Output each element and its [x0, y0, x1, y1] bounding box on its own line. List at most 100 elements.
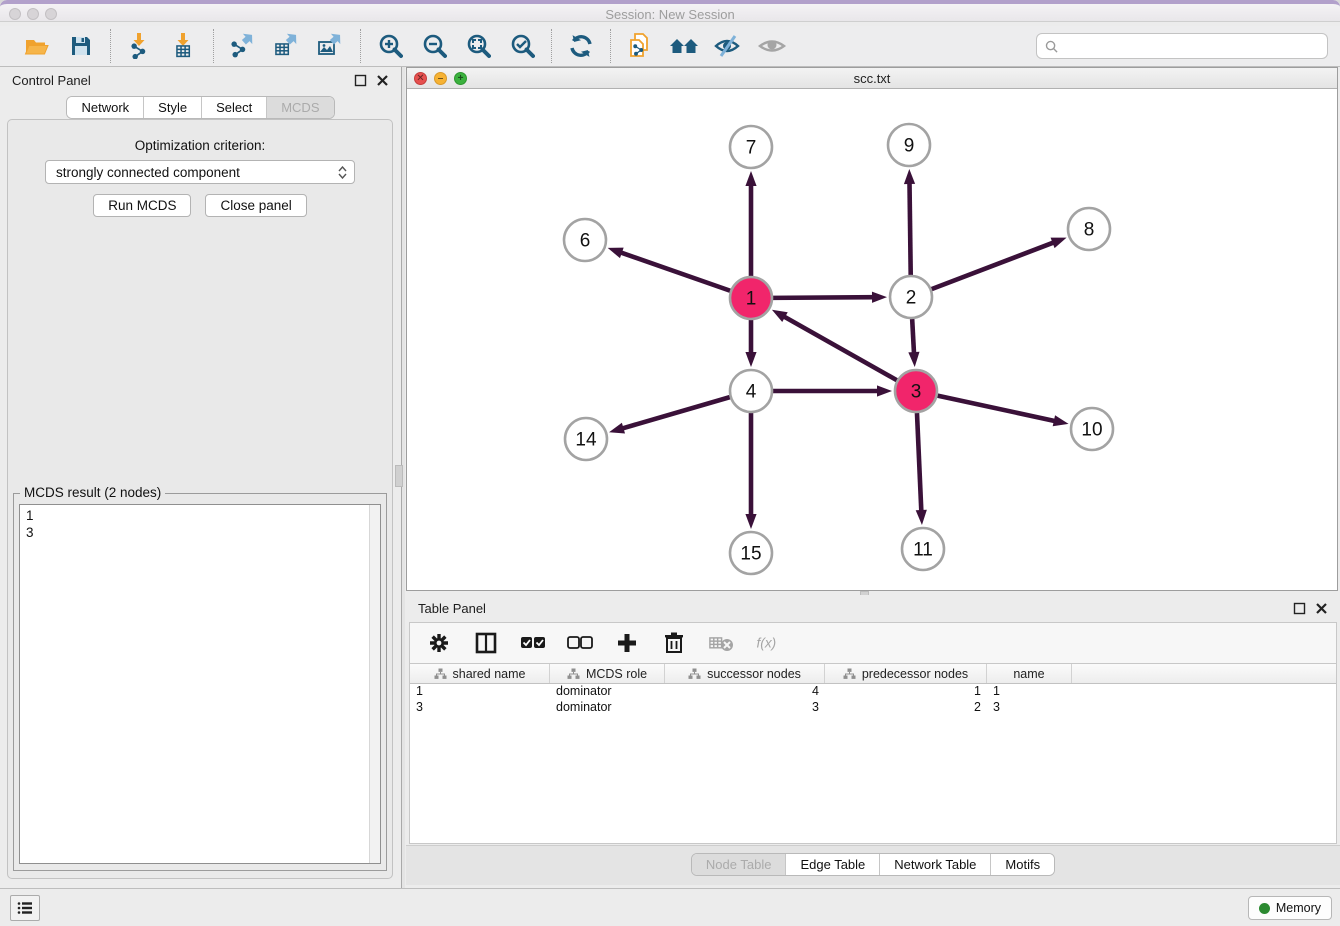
- edge-2-9[interactable]: [909, 182, 910, 275]
- edge-arrowhead: [608, 248, 624, 259]
- save-session-button[interactable]: [66, 31, 96, 61]
- mcds-result-text[interactable]: 13: [19, 504, 381, 864]
- tree-icon: [567, 668, 580, 680]
- table-cell[interactable]: dominator: [550, 700, 665, 716]
- task-history-button[interactable]: [10, 895, 40, 921]
- table-settings-button[interactable]: [426, 630, 452, 656]
- table-cell[interactable]: 1: [825, 684, 987, 700]
- tree-icon: [843, 668, 856, 680]
- toolbar-group: [552, 31, 610, 61]
- export-table-button[interactable]: [272, 31, 302, 61]
- hide-selected-icon: [714, 34, 742, 58]
- table-cell[interactable]: dominator: [550, 684, 665, 700]
- deselect-all-rows-button[interactable]: [567, 630, 593, 656]
- column-header-shared-name[interactable]: shared name: [410, 664, 550, 683]
- table-cell[interactable]: 1: [410, 684, 550, 700]
- node-label-10: 10: [1081, 420, 1102, 441]
- search-box[interactable]: [1036, 33, 1328, 59]
- edge-2-3[interactable]: [912, 319, 914, 354]
- column-header-successor-nodes[interactable]: successor nodes: [665, 664, 825, 683]
- edge-4-14[interactable]: [622, 397, 730, 429]
- list-icon: [17, 901, 33, 915]
- apply-layout-button[interactable]: [566, 31, 596, 61]
- node-label-2: 2: [906, 288, 917, 309]
- window-title: Session: New Session: [0, 7, 1340, 22]
- zoom-fit-button[interactable]: [463, 31, 493, 61]
- tab-node-table[interactable]: Node Table: [692, 854, 786, 875]
- table-cell[interactable]: 1: [987, 684, 1072, 700]
- tree-icon: [434, 668, 447, 680]
- hide-selected-button[interactable]: [713, 31, 743, 61]
- vertical-splitter[interactable]: [401, 67, 405, 888]
- mcds-result-group: MCDS result (2 nodes) 13: [13, 493, 387, 871]
- run-mcds-button[interactable]: Run MCDS: [93, 194, 191, 217]
- zoom-selected-icon: [509, 33, 535, 59]
- edge-arrowhead: [609, 423, 625, 434]
- table-cell[interactable]: 2: [825, 700, 987, 716]
- select-all-rows-button[interactable]: [520, 630, 546, 656]
- export-image-button[interactable]: [316, 31, 346, 61]
- float-table-panel-icon[interactable]: [1293, 602, 1306, 615]
- control-panel-title: Control Panel: [12, 73, 91, 88]
- memory-button[interactable]: Memory: [1248, 896, 1332, 920]
- splitter-grip[interactable]: [395, 465, 403, 487]
- network-canvas[interactable]: 7968124314101511: [407, 89, 1337, 590]
- close-table-panel-icon[interactable]: [1315, 602, 1328, 615]
- first-neighbors-button[interactable]: [669, 31, 699, 61]
- tab-mcds[interactable]: MCDS: [266, 97, 333, 118]
- close-panel-icon[interactable]: [376, 74, 389, 87]
- result-scrollbar[interactable]: [369, 505, 380, 863]
- float-panel-icon[interactable]: [354, 74, 367, 87]
- table-row[interactable]: 1dominator411: [410, 684, 1336, 700]
- column-header-name[interactable]: name: [987, 664, 1072, 683]
- import-network-button[interactable]: [125, 31, 155, 61]
- tab-motifs[interactable]: Motifs: [990, 854, 1054, 875]
- select-all-rows-icon: [520, 635, 546, 651]
- dropdown-stepper-icon: [338, 166, 347, 179]
- table-cell[interactable]: 4: [665, 684, 825, 700]
- export-network-button[interactable]: [228, 31, 258, 61]
- node-table[interactable]: shared nameMCDS rolesuccessor nodesprede…: [409, 664, 1337, 844]
- table-cell[interactable]: 3: [665, 700, 825, 716]
- edge-arrowhead: [916, 510, 927, 525]
- column-header-predecessor-nodes[interactable]: predecessor nodes: [825, 664, 987, 683]
- criterion-dropdown[interactable]: strongly connected component: [45, 160, 355, 184]
- edge-3-11[interactable]: [917, 413, 921, 512]
- edge-arrowhead: [904, 169, 915, 184]
- close-panel-button[interactable]: Close panel: [205, 194, 306, 217]
- tab-network-table[interactable]: Network Table: [879, 854, 990, 875]
- duplicate-network-button[interactable]: [625, 31, 655, 61]
- tab-select[interactable]: Select: [201, 97, 266, 118]
- search-input[interactable]: [1063, 38, 1319, 55]
- edge-1-6[interactable]: [620, 252, 730, 291]
- table-cell[interactable]: 3: [410, 700, 550, 716]
- column-header-label: name: [1013, 667, 1044, 681]
- open-session-button[interactable]: [22, 31, 52, 61]
- zoom-fit-icon: [465, 33, 491, 59]
- column-header-MCDS-role[interactable]: MCDS role: [550, 664, 665, 683]
- zoom-out-button[interactable]: [419, 31, 449, 61]
- network-window-titlebar[interactable]: ✕ – + scc.txt: [407, 68, 1337, 89]
- edge-3-10[interactable]: [938, 396, 1056, 422]
- tree-icon: [688, 668, 701, 680]
- edge-2-8[interactable]: [932, 242, 1055, 289]
- split-panel-icon: [475, 632, 497, 654]
- import-table-button[interactable]: [169, 31, 199, 61]
- edge-3-1[interactable]: [783, 316, 897, 380]
- tab-edge-table[interactable]: Edge Table: [785, 854, 879, 875]
- tab-network[interactable]: Network: [67, 97, 143, 118]
- function-builder-icon: f(x): [755, 632, 781, 654]
- delete-column-button[interactable]: [661, 630, 687, 656]
- node-label-1: 1: [746, 289, 757, 310]
- tab-style[interactable]: Style: [143, 97, 201, 118]
- split-panel-button[interactable]: [473, 630, 499, 656]
- edge-1-2[interactable]: [773, 297, 874, 298]
- open-session-icon: [24, 34, 50, 58]
- zoom-in-button[interactable]: [375, 31, 405, 61]
- edge-arrowhead: [872, 292, 887, 303]
- table-row[interactable]: 3dominator323: [410, 700, 1336, 716]
- delete-table-icon: [708, 634, 734, 652]
- add-column-button[interactable]: [614, 630, 640, 656]
- table-cell[interactable]: 3: [987, 700, 1072, 716]
- zoom-selected-button[interactable]: [507, 31, 537, 61]
